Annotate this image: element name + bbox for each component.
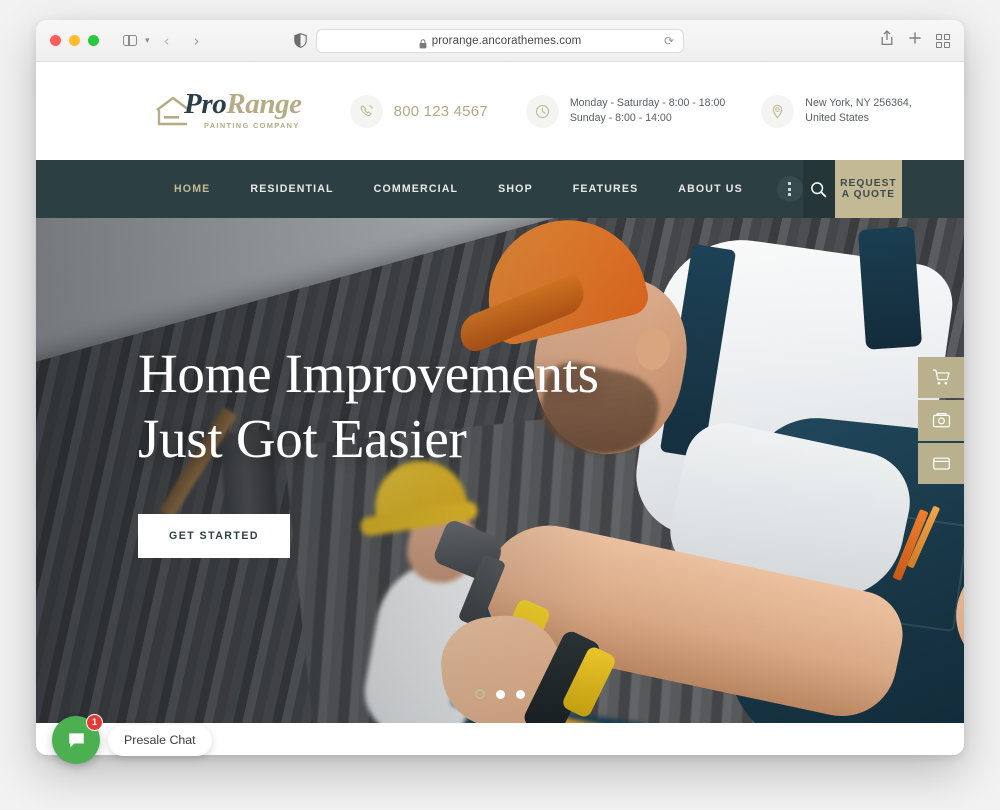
nav-item-shop[interactable]: SHOP — [478, 183, 553, 195]
map-pin-icon — [761, 94, 795, 128]
hero-slider: Home Improvements Just Got Easier GET ST… — [36, 218, 964, 723]
address-bar[interactable]: prorange.ancorathemes.com ⟳ — [316, 29, 684, 53]
tab-overview-icon[interactable] — [936, 33, 950, 48]
slider-pagination — [36, 689, 964, 699]
header-hours-block: Monday - Saturday - 8:00 - 18:00 Sunday … — [525, 94, 726, 128]
get-started-button[interactable]: GET STARTED — [138, 513, 290, 558]
nav-item-commercial[interactable]: COMMERCIAL — [354, 183, 478, 195]
header-phone-number: 800 123 4567 — [393, 102, 488, 120]
request-quote-button[interactable]: REQUEST A QUOTE — [834, 160, 902, 218]
slider-dot-3[interactable] — [516, 689, 525, 699]
nav-item-residential[interactable]: RESIDENTIAL — [230, 183, 353, 195]
new-tab-icon[interactable] — [908, 31, 922, 50]
hero-title-line-1: Home Improvements — [138, 343, 599, 404]
maximize-window-button[interactable] — [88, 35, 99, 46]
sidebar-toggle-icon[interactable] — [117, 29, 143, 53]
header-address-line1: New York, NY 256364, — [805, 96, 912, 109]
hero-title-line-2: Just Got Easier — [138, 407, 467, 469]
forward-arrow-icon[interactable]: › — [184, 29, 210, 53]
presale-chat-widget[interactable]: 1 Presale Chat — [52, 714, 212, 764]
url-text: prorange.ancorathemes.com — [431, 35, 582, 47]
header-hours-weekday: Monday - Saturday - 8:00 - 18:00 — [569, 96, 726, 109]
header-address-line2: United States — [805, 112, 869, 124]
close-window-button[interactable] — [50, 35, 61, 46]
logo-name-primary: Pro — [184, 88, 227, 120]
shopping-cart-icon[interactable] — [918, 357, 964, 398]
toolbar-left-group: ▾ ‹ › — [117, 29, 210, 53]
minimize-window-button[interactable] — [69, 35, 80, 46]
chevron-down-icon[interactable]: ▾ — [145, 35, 150, 46]
window-layout-icon[interactable] — [918, 443, 964, 484]
vertical-dots-icon[interactable] — [776, 176, 803, 202]
site-logo[interactable]: ProRange PAINTING COMPANY — [154, 88, 302, 131]
window-controls — [50, 35, 99, 46]
nav-item-about-us[interactable]: ABOUT US — [658, 183, 763, 195]
browser-toolbar: ▾ ‹ › prorange.ancorathemes.com ⟳ — [36, 20, 964, 62]
header-address-block: New York, NY 256364, United States — [761, 94, 912, 128]
side-tab-group — [918, 357, 964, 484]
chat-label[interactable]: Presale Chat — [108, 724, 212, 756]
lock-icon — [419, 36, 427, 49]
phone-icon — [349, 94, 383, 128]
hero-content: Home Improvements Just Got Easier GET ST… — [138, 342, 599, 558]
header-phone-block[interactable]: 800 123 4567 — [349, 94, 488, 128]
logo-name-secondary: Range — [226, 88, 302, 120]
hero-title: Home Improvements Just Got Easier — [138, 342, 599, 472]
logo-wordmark: ProRange PAINTING COMPANY — [184, 88, 302, 131]
search-icon[interactable] — [802, 160, 835, 218]
browser-window: ▾ ‹ › prorange.ancorathemes.com ⟳ ProRan… — [36, 20, 964, 755]
chat-unread-badge: 1 — [86, 714, 103, 731]
logo-tagline: PAINTING COMPANY — [204, 121, 300, 130]
header-hours-sunday: Sunday - 8:00 - 14:00 — [569, 112, 672, 124]
reload-icon[interactable]: ⟳ — [664, 34, 674, 48]
slider-dot-2[interactable] — [496, 689, 505, 699]
nav-tail — [901, 160, 964, 218]
nav-item-home[interactable]: HOME — [154, 183, 230, 195]
main-navigation: HOME RESIDENTIAL COMMERCIAL SHOP FEATURE… — [36, 160, 964, 218]
screenshot-root: ▾ ‹ › prorange.ancorathemes.com ⟳ ProRan… — [0, 0, 1000, 810]
nav-item-features[interactable]: FEATURES — [553, 183, 659, 195]
image-gallery-icon[interactable] — [918, 400, 964, 441]
nav-links: HOME RESIDENTIAL COMMERCIAL SHOP FEATURE… — [36, 160, 803, 218]
chat-bubble-icon[interactable]: 1 — [52, 714, 103, 764]
back-arrow-icon[interactable]: ‹ — [154, 29, 180, 53]
slider-dot-1[interactable] — [475, 689, 485, 699]
share-icon[interactable] — [880, 30, 894, 51]
site-header: ProRange PAINTING COMPANY 800 123 4567 M… — [36, 62, 964, 160]
clock-icon — [525, 94, 559, 128]
privacy-shield-icon[interactable] — [293, 33, 307, 48]
toolbar-right-group — [880, 30, 950, 51]
